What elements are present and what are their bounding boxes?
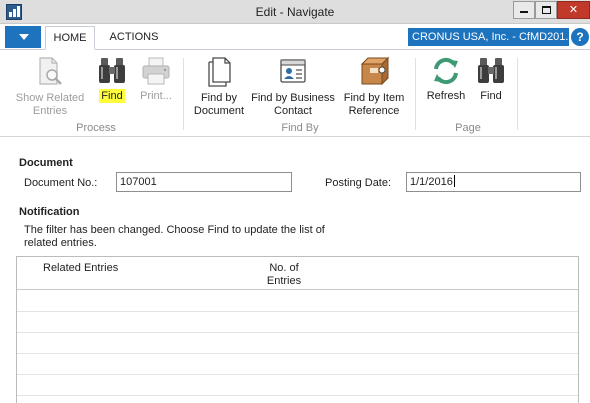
- find-by-item-reference-button[interactable]: Find by Item Reference: [339, 56, 409, 118]
- document-no-field[interactable]: 107001: [116, 172, 292, 192]
- close-button[interactable]: ✕: [557, 1, 590, 19]
- minimize-button[interactable]: [513, 1, 535, 19]
- tab-home[interactable]: HOME: [45, 26, 95, 50]
- posting-date-field[interactable]: 1/1/2016: [406, 172, 581, 192]
- close-icon: ✕: [568, 4, 579, 16]
- process-group-label: Process: [76, 122, 116, 134]
- ribbon: Show Related Entries Find Print... Proce…: [0, 50, 590, 137]
- show-related-entries-button[interactable]: Show Related Entries: [14, 56, 86, 118]
- refresh-label: Refresh: [426, 90, 466, 102]
- find-by-group-label: Find By: [281, 122, 319, 134]
- related-entries-grid[interactable]: Related Entries No. of Entries: [16, 256, 579, 403]
- title-bar: Edit - Navigate ✕: [0, 0, 590, 24]
- notification-message: The filter has been changed. Choose Find…: [24, 224, 325, 249]
- binoculars-icon: [99, 58, 125, 83]
- ribbon-separator: [415, 58, 416, 130]
- contact-card-icon: [280, 59, 306, 83]
- find-button-label: Find: [99, 89, 125, 103]
- column-header-no-of-entries[interactable]: No. of Entries: [263, 262, 305, 288]
- find-button[interactable]: Find: [92, 56, 132, 103]
- grid-row-line: [17, 332, 578, 333]
- posting-date-label: Posting Date:: [325, 177, 392, 189]
- posting-date-value: 1/1/2016: [410, 176, 453, 188]
- grid-row-line: [17, 395, 578, 396]
- notification-section-heading: Notification: [19, 206, 80, 218]
- find-page-label: Find: [480, 90, 502, 102]
- find-by-document-button[interactable]: Find by Document: [191, 56, 247, 118]
- printer-icon: [142, 57, 170, 85]
- application-menu-button[interactable]: [5, 26, 41, 48]
- minimize-icon: [520, 11, 528, 14]
- show-related-entries-label: Show Related Entries: [15, 92, 85, 117]
- ribbon-separator: [183, 58, 184, 130]
- page-group-label: Page: [455, 122, 481, 134]
- company-selector[interactable]: CRONUS USA, Inc. - CfMD201...: [408, 28, 569, 46]
- grid-row-line: [17, 374, 578, 375]
- help-icon[interactable]: ?: [571, 28, 589, 46]
- print-button-label: Print...: [140, 90, 172, 102]
- chevron-down-icon: [19, 34, 29, 40]
- grid-row-line: [17, 353, 578, 354]
- tab-actions[interactable]: ACTIONS: [100, 26, 168, 50]
- maximize-button[interactable]: [535, 1, 557, 19]
- document-no-label: Document No.:: [24, 177, 98, 189]
- find-by-business-contact-label: Find by Business Contact: [251, 92, 335, 117]
- refresh-button[interactable]: Refresh: [423, 56, 469, 103]
- document-section-heading: Document: [19, 157, 73, 169]
- binoculars-icon: [478, 58, 504, 83]
- item-box-icon: [360, 56, 390, 86]
- grid-row-line: [17, 311, 578, 312]
- document-icon: [208, 57, 231, 87]
- find-by-document-label: Find by Document: [193, 92, 245, 117]
- grid-header: Related Entries No. of Entries: [17, 257, 578, 290]
- column-header-related-entries[interactable]: Related Entries: [43, 262, 118, 274]
- print-button[interactable]: Print...: [136, 56, 176, 103]
- text-cursor: [453, 175, 455, 187]
- refresh-icon: [434, 57, 458, 85]
- window-title: Edit - Navigate: [255, 5, 335, 19]
- ribbon-separator: [517, 58, 518, 130]
- find-by-item-reference-label: Find by Item Reference: [343, 92, 405, 117]
- ribbon-tab-row: HOME ACTIONS CRONUS USA, Inc. - CfMD201.…: [0, 24, 590, 50]
- find-page-button[interactable]: Find: [472, 56, 510, 103]
- maximize-icon: [541, 6, 551, 15]
- show-related-entries-icon: [39, 57, 62, 85]
- find-by-business-contact-button[interactable]: Find by Business Contact: [251, 56, 335, 118]
